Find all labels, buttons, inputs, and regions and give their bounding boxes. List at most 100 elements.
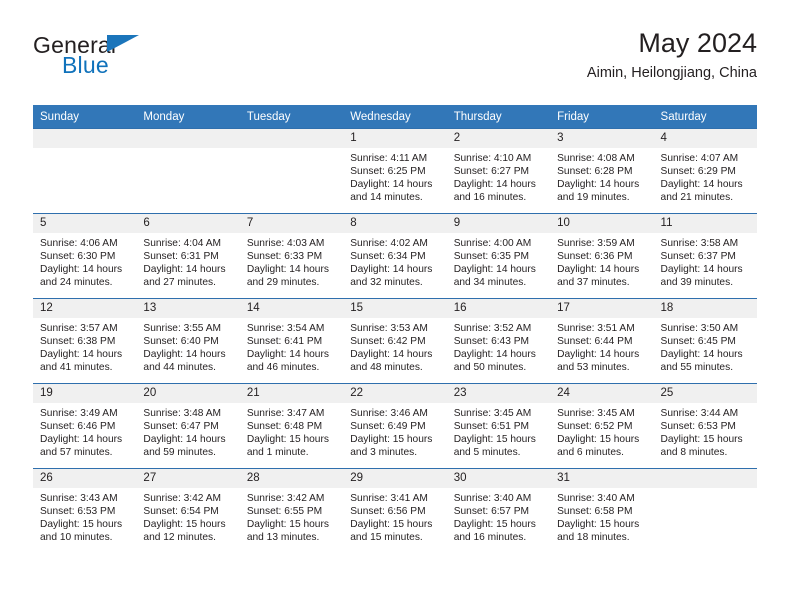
day-details: Sunrise: 4:08 AM Sunset: 6:28 PM Dayligh… (550, 148, 653, 204)
day-cell[interactable]: 6 Sunrise: 4:04 AM Sunset: 6:31 PM Dayli… (136, 213, 240, 299)
daylight-text-line1: Daylight: 15 hours (246, 434, 329, 446)
daylight-text-line2: and 12 minutes. (143, 532, 216, 544)
day-cell[interactable]: 29 Sunrise: 3:41 AM Sunset: 6:56 PM Dayl… (343, 468, 447, 553)
weekday-header-wednesday: Wednesday (343, 105, 447, 129)
sunset-text: Sunset: 6:29 PM (660, 166, 736, 178)
day-details: Sunrise: 3:43 AM Sunset: 6:53 PM Dayligh… (33, 488, 136, 544)
day-cell[interactable] (239, 128, 344, 214)
daylight-text-line1: Daylight: 14 hours (660, 264, 743, 276)
day-details: Sunrise: 3:53 AM Sunset: 6:42 PM Dayligh… (343, 318, 446, 374)
sunrise-text: Sunrise: 3:58 AM (660, 238, 739, 249)
page-title: May 2024 (638, 28, 757, 58)
weekday-header-saturday: Saturday (653, 105, 757, 129)
day-cell[interactable]: 8 Sunrise: 4:02 AM Sunset: 6:34 PM Dayli… (343, 213, 447, 299)
sunset-text: Sunset: 6:56 PM (350, 506, 426, 518)
daylight-text-line1: Daylight: 14 hours (557, 179, 640, 191)
sunset-text: Sunset: 6:30 PM (40, 251, 116, 263)
sunrise-text: Sunrise: 3:59 AM (557, 238, 635, 249)
day-number: 30 (446, 469, 551, 488)
day-cell[interactable]: 31 Sunrise: 3:40 AM Sunset: 6:58 PM Dayl… (550, 468, 654, 553)
daylight-text-line2: and 46 minutes. (246, 362, 320, 374)
sunrise-text: Sunrise: 3:44 AM (660, 408, 739, 419)
day-cell[interactable] (136, 128, 240, 214)
blue-triangle-flag-icon (107, 35, 139, 52)
day-details: Sunrise: 4:03 AM Sunset: 6:33 PM Dayligh… (240, 233, 343, 289)
sunset-text: Sunset: 6:58 PM (557, 506, 633, 518)
day-cell[interactable]: 5 Sunrise: 4:06 AM Sunset: 6:30 PM Dayli… (33, 213, 137, 299)
day-details: Sunrise: 4:06 AM Sunset: 6:30 PM Dayligh… (33, 233, 136, 289)
day-number: 18 (653, 299, 757, 318)
day-cell[interactable]: 25 Sunrise: 3:44 AM Sunset: 6:53 PM Dayl… (653, 383, 757, 469)
daylight-text-line1: Daylight: 15 hours (40, 519, 123, 531)
day-details: Sunrise: 4:07 AM Sunset: 6:29 PM Dayligh… (654, 148, 757, 204)
daylight-text-line1: Daylight: 14 hours (350, 349, 433, 361)
day-cell[interactable]: 3 Sunrise: 4:08 AM Sunset: 6:28 PM Dayli… (550, 128, 654, 214)
day-cell[interactable]: 26 Sunrise: 3:43 AM Sunset: 6:53 PM Dayl… (33, 468, 137, 553)
day-cell[interactable]: 28 Sunrise: 3:42 AM Sunset: 6:55 PM Dayl… (239, 468, 344, 553)
day-cell[interactable]: 15 Sunrise: 3:53 AM Sunset: 6:42 PM Dayl… (343, 298, 447, 384)
daylight-text-line2: and 57 minutes. (40, 447, 113, 459)
sunrise-text: Sunrise: 3:40 AM (557, 493, 635, 504)
day-number (136, 129, 240, 148)
sunset-text: Sunset: 6:31 PM (143, 251, 219, 263)
weekday-header-thursday: Thursday (446, 105, 551, 129)
location-subtitle: Aimin, Heilongjiang, China (586, 65, 757, 81)
calendar-week-row: 5 Sunrise: 4:06 AM Sunset: 6:30 PM Dayli… (33, 213, 757, 299)
daylight-text-line2: and 16 minutes. (453, 532, 527, 544)
day-details: Sunrise: 3:41 AM Sunset: 6:56 PM Dayligh… (343, 488, 446, 544)
day-details: Sunrise: 3:44 AM Sunset: 6:53 PM Dayligh… (654, 403, 757, 459)
day-cell[interactable]: 7 Sunrise: 4:03 AM Sunset: 6:33 PM Dayli… (239, 213, 344, 299)
sunset-text: Sunset: 6:47 PM (143, 421, 219, 433)
sunset-text: Sunset: 6:41 PM (246, 336, 323, 348)
sunset-text: Sunset: 6:49 PM (350, 421, 426, 433)
day-cell[interactable]: 12 Sunrise: 3:57 AM Sunset: 6:38 PM Dayl… (33, 298, 137, 384)
sunset-text: Sunset: 6:28 PM (557, 166, 633, 178)
sunset-text: Sunset: 6:53 PM (40, 506, 116, 518)
daylight-text-line1: Daylight: 15 hours (350, 434, 433, 446)
day-cell[interactable]: 18 Sunrise: 3:50 AM Sunset: 6:45 PM Dayl… (653, 298, 757, 384)
day-cell[interactable]: 17 Sunrise: 3:51 AM Sunset: 6:44 PM Dayl… (550, 298, 654, 384)
sunset-text: Sunset: 6:38 PM (40, 336, 116, 348)
sunrise-text: Sunrise: 3:54 AM (246, 323, 325, 334)
daylight-text-line1: Daylight: 15 hours (350, 519, 433, 531)
day-number: 21 (239, 384, 344, 403)
day-cell[interactable]: 1 Sunrise: 4:11 AM Sunset: 6:25 PM Dayli… (343, 128, 447, 214)
calendar-header-row: Sunday Monday Tuesday Wednesday Thursday… (33, 105, 757, 129)
sunrise-text: Sunrise: 3:45 AM (557, 408, 635, 419)
sunrise-text: Sunrise: 3:47 AM (246, 408, 325, 419)
daylight-text-line2: and 27 minutes. (143, 277, 216, 289)
day-cell[interactable]: 10 Sunrise: 3:59 AM Sunset: 6:36 PM Dayl… (550, 213, 654, 299)
day-cell[interactable]: 16 Sunrise: 3:52 AM Sunset: 6:43 PM Dayl… (446, 298, 551, 384)
day-cell[interactable] (33, 128, 137, 214)
day-cell[interactable]: 21 Sunrise: 3:47 AM Sunset: 6:48 PM Dayl… (239, 383, 344, 469)
daylight-text-line1: Daylight: 14 hours (143, 434, 226, 446)
day-cell[interactable]: 2 Sunrise: 4:10 AM Sunset: 6:27 PM Dayli… (446, 128, 551, 214)
sunrise-text: Sunrise: 3:46 AM (350, 408, 428, 419)
sunset-text: Sunset: 6:51 PM (453, 421, 530, 433)
day-details: Sunrise: 3:57 AM Sunset: 6:38 PM Dayligh… (33, 318, 136, 374)
sunrise-text: Sunrise: 3:43 AM (40, 493, 118, 504)
day-cell[interactable]: 11 Sunrise: 3:58 AM Sunset: 6:37 PM Dayl… (653, 213, 757, 299)
sunrise-text: Sunrise: 3:42 AM (143, 493, 222, 504)
day-cell[interactable]: 22 Sunrise: 3:46 AM Sunset: 6:49 PM Dayl… (343, 383, 447, 469)
day-cell[interactable]: 20 Sunrise: 3:48 AM Sunset: 6:47 PM Dayl… (136, 383, 240, 469)
daylight-text-line2: and 13 minutes. (246, 532, 320, 544)
day-cell[interactable]: 19 Sunrise: 3:49 AM Sunset: 6:46 PM Dayl… (33, 383, 137, 469)
day-cell[interactable]: 23 Sunrise: 3:45 AM Sunset: 6:51 PM Dayl… (446, 383, 551, 469)
day-cell[interactable] (653, 468, 757, 553)
day-cell[interactable]: 24 Sunrise: 3:45 AM Sunset: 6:52 PM Dayl… (550, 383, 654, 469)
day-number (33, 129, 137, 148)
day-cell[interactable]: 14 Sunrise: 3:54 AM Sunset: 6:41 PM Dayl… (239, 298, 344, 384)
day-details: Sunrise: 3:51 AM Sunset: 6:44 PM Dayligh… (550, 318, 653, 374)
daylight-text-line2: and 1 minute. (246, 447, 309, 459)
day-cell[interactable]: 27 Sunrise: 3:42 AM Sunset: 6:54 PM Dayl… (136, 468, 240, 553)
day-cell[interactable]: 13 Sunrise: 3:55 AM Sunset: 6:40 PM Dayl… (136, 298, 240, 384)
day-cell[interactable]: 4 Sunrise: 4:07 AM Sunset: 6:29 PM Dayli… (653, 128, 757, 214)
day-cell[interactable]: 9 Sunrise: 4:00 AM Sunset: 6:35 PM Dayli… (446, 213, 551, 299)
day-number (239, 129, 344, 148)
daylight-text-line2: and 59 minutes. (143, 447, 216, 459)
day-number: 2 (446, 129, 551, 148)
calendar-week-row: 12 Sunrise: 3:57 AM Sunset: 6:38 PM Dayl… (33, 298, 757, 384)
day-details: Sunrise: 3:40 AM Sunset: 6:58 PM Dayligh… (550, 488, 653, 544)
day-cell[interactable]: 30 Sunrise: 3:40 AM Sunset: 6:57 PM Dayl… (446, 468, 551, 553)
